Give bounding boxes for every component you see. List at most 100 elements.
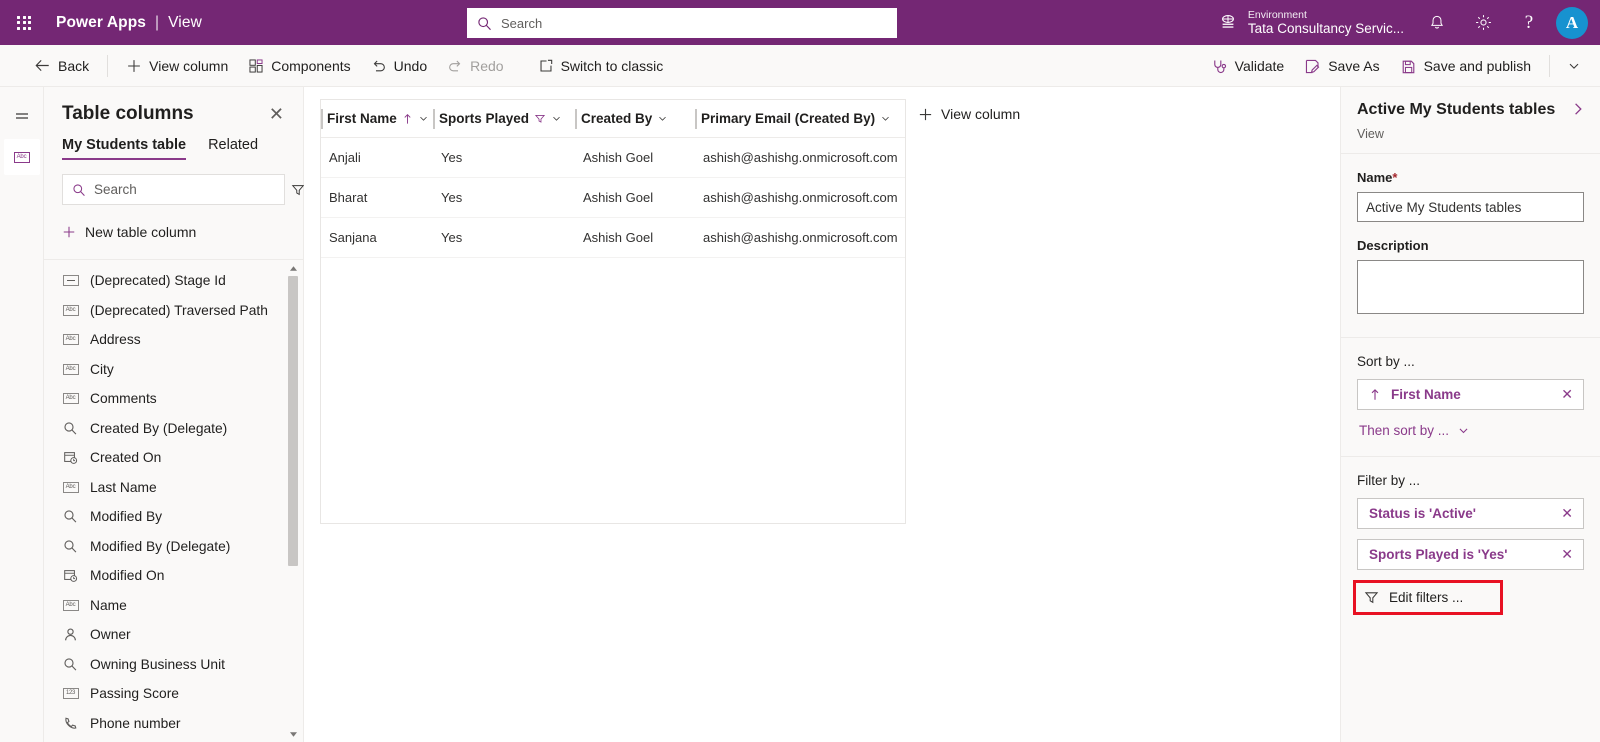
environment-name: Tata Consultancy Servic...	[1247, 20, 1404, 36]
command-divider-right	[1549, 55, 1550, 77]
chevron-right-icon[interactable]	[1566, 99, 1590, 119]
table-column-list-item[interactable]: Modified By (Delegate)	[44, 532, 303, 562]
caret-up-icon[interactable]	[287, 262, 299, 274]
close-icon[interactable]: ✕	[1557, 505, 1577, 522]
columns-search-input[interactable]	[94, 182, 271, 197]
global-search[interactable]	[467, 8, 897, 38]
table-column-list-item[interactable]: 123 Passing Score	[44, 679, 303, 709]
chevron-down-icon[interactable]	[1558, 49, 1590, 83]
table-column-list-item[interactable]: Abc Comments	[44, 384, 303, 414]
table-column-label: (Deprecated) Stage Id	[90, 273, 226, 289]
table-column-list-item[interactable]: Phone number	[44, 709, 303, 739]
table-column-list-item[interactable]: (Deprecated) Stage Id	[44, 266, 303, 296]
table-column-label: Modified By	[90, 509, 163, 525]
gear-icon[interactable]	[1460, 0, 1506, 45]
save-as-button[interactable]: Save As	[1294, 49, 1389, 83]
grid-row[interactable]: Sanjana Yes Ashish Goel ashish@ashishg.onmi…	[321, 218, 905, 258]
chevron-down-icon[interactable]	[418, 113, 429, 124]
table-column-list-item[interactable]: Abc Address	[44, 325, 303, 355]
grid-row[interactable]: Anjali Yes Ashish Goel ashish@ashishg.onmic…	[321, 138, 905, 178]
switch-to-classic-button[interactable]: Switch to classic	[528, 49, 674, 83]
power-apps-view-editor: Power Apps | View Environment Tata Consu…	[0, 0, 1600, 742]
scrollbar-thumb[interactable]	[288, 276, 298, 566]
save-and-publish-button[interactable]: Save and publish	[1390, 49, 1541, 83]
add-view-column-button[interactable]: View column	[908, 99, 1030, 129]
filter-by-section: Filter by ... Status is 'Active' ✕ Sport…	[1341, 457, 1600, 633]
bell-icon[interactable]	[1414, 0, 1460, 45]
undo-button[interactable]: Undo	[361, 49, 437, 83]
lookup-magnifier-icon	[63, 421, 78, 436]
grid-header-created-by[interactable]: Created By	[575, 100, 695, 138]
question-mark-icon[interactable]: ?	[1506, 0, 1552, 45]
table-column-list-item[interactable]: Owning Business Unit	[44, 650, 303, 680]
app-launcher-icon[interactable]	[0, 0, 48, 45]
sort-by-label: Sort by ...	[1357, 354, 1415, 369]
close-icon[interactable]: ✕	[266, 103, 287, 125]
chevron-down-icon[interactable]	[551, 113, 562, 124]
description-field[interactable]	[1357, 260, 1584, 314]
validate-button[interactable]: Validate	[1201, 49, 1295, 83]
back-button[interactable]: Back	[24, 49, 99, 83]
table-column-list-item[interactable]: Owner	[44, 620, 303, 650]
table-column-list-item[interactable]: Modified On	[44, 561, 303, 591]
grid-header-row: First Name Sports Played Created By Prim…	[321, 100, 905, 138]
view-column-button[interactable]: View column	[116, 49, 238, 83]
hamburger-menu-icon[interactable]	[4, 99, 40, 135]
then-sort-by-label: Then sort by ...	[1359, 423, 1450, 438]
table-columns-icon[interactable]: Abc	[3, 139, 40, 175]
grid-header-primary-email[interactable]: Primary Email (Created By)	[695, 100, 903, 138]
text-abc-icon: Abc	[62, 481, 79, 493]
panel-header: Table columns ✕	[44, 87, 303, 125]
table-column-list-item[interactable]: Abc (Deprecated) Traversed Path	[44, 296, 303, 326]
name-label-text: Name	[1357, 170, 1393, 185]
table-column-label: Modified By (Delegate)	[90, 538, 231, 554]
sort-chip-label: First Name	[1391, 387, 1461, 402]
editor-body: Abc Table columns ✕ My Students table Re…	[0, 87, 1600, 742]
command-bar: Back View column Components Undo Redo Sw…	[0, 45, 1600, 87]
name-field[interactable]	[1357, 192, 1584, 222]
cell-created-by: Ashish Goel	[583, 190, 654, 205]
new-table-column-button[interactable]: New table column	[62, 219, 285, 245]
chevron-down-icon[interactable]	[657, 113, 668, 124]
cell-created-by: Ashish Goel	[583, 150, 654, 165]
table-column-list-item[interactable]: Modified By	[44, 502, 303, 532]
then-sort-by-button[interactable]: Then sort by ...	[1357, 420, 1584, 438]
table-column-label: Owner	[90, 627, 131, 643]
command-bar-right: Validate Save As Save and publish	[1201, 45, 1590, 87]
sort-chip-first-name[interactable]: First Name ✕	[1357, 379, 1584, 410]
columns-search[interactable]	[62, 174, 317, 205]
table-column-list-item[interactable]: Abc Name	[44, 591, 303, 621]
grid-header-sports-played[interactable]: Sports Played	[433, 100, 575, 138]
filter-chip-sports-played[interactable]: Sports Played is 'Yes' ✕	[1357, 539, 1584, 570]
chevron-down-icon	[1457, 424, 1470, 437]
caret-down-icon[interactable]	[287, 728, 299, 740]
components-button[interactable]: Components	[238, 49, 360, 83]
table-columns-panel: Table columns ✕ My Students table Relate…	[44, 87, 317, 742]
phone-icon	[63, 716, 78, 731]
table-column-list-item[interactable]: Created On	[44, 443, 303, 473]
edit-filters-button[interactable]: Edit filters ...	[1353, 580, 1503, 615]
cell-first-name: Sanjana	[329, 230, 377, 245]
grid-row[interactable]: Bharat Yes Ashish Goel ashish@ashishg.onmic…	[321, 178, 905, 218]
close-icon[interactable]: ✕	[1557, 386, 1577, 403]
brand-area[interactable]: Power Apps | View	[56, 14, 202, 32]
tab-related[interactable]: Related	[208, 137, 258, 160]
table-column-list-item[interactable]: Abc Last Name	[44, 473, 303, 503]
chevron-down-icon[interactable]	[880, 113, 891, 124]
panel-tabs: My Students table Related	[44, 125, 303, 160]
tab-my-students-table[interactable]: My Students table	[62, 137, 187, 160]
search-input[interactable]	[501, 15, 887, 31]
avatar[interactable]: A	[1556, 6, 1588, 39]
grid-header-first-name[interactable]: First Name	[321, 100, 433, 138]
filter-chip-status[interactable]: Status is 'Active' ✕	[1357, 498, 1584, 529]
search-icon	[477, 16, 492, 31]
filter-chip-label: Sports Played is 'Yes'	[1369, 547, 1508, 562]
table-column-list-item[interactable]: Created By (Delegate)	[44, 414, 303, 444]
date-time-icon	[63, 450, 78, 465]
cell-primary-email: ashish@ashishg.onmicrosoft.com	[703, 150, 898, 165]
environment-selector[interactable]: Environment Tata Consultancy Servic...	[1214, 9, 1414, 37]
columns-scrollbar[interactable]	[287, 260, 299, 742]
table-column-list-item[interactable]: Abc City	[44, 355, 303, 385]
grid-header-label: First Name	[327, 111, 397, 126]
close-icon[interactable]: ✕	[1557, 546, 1577, 563]
